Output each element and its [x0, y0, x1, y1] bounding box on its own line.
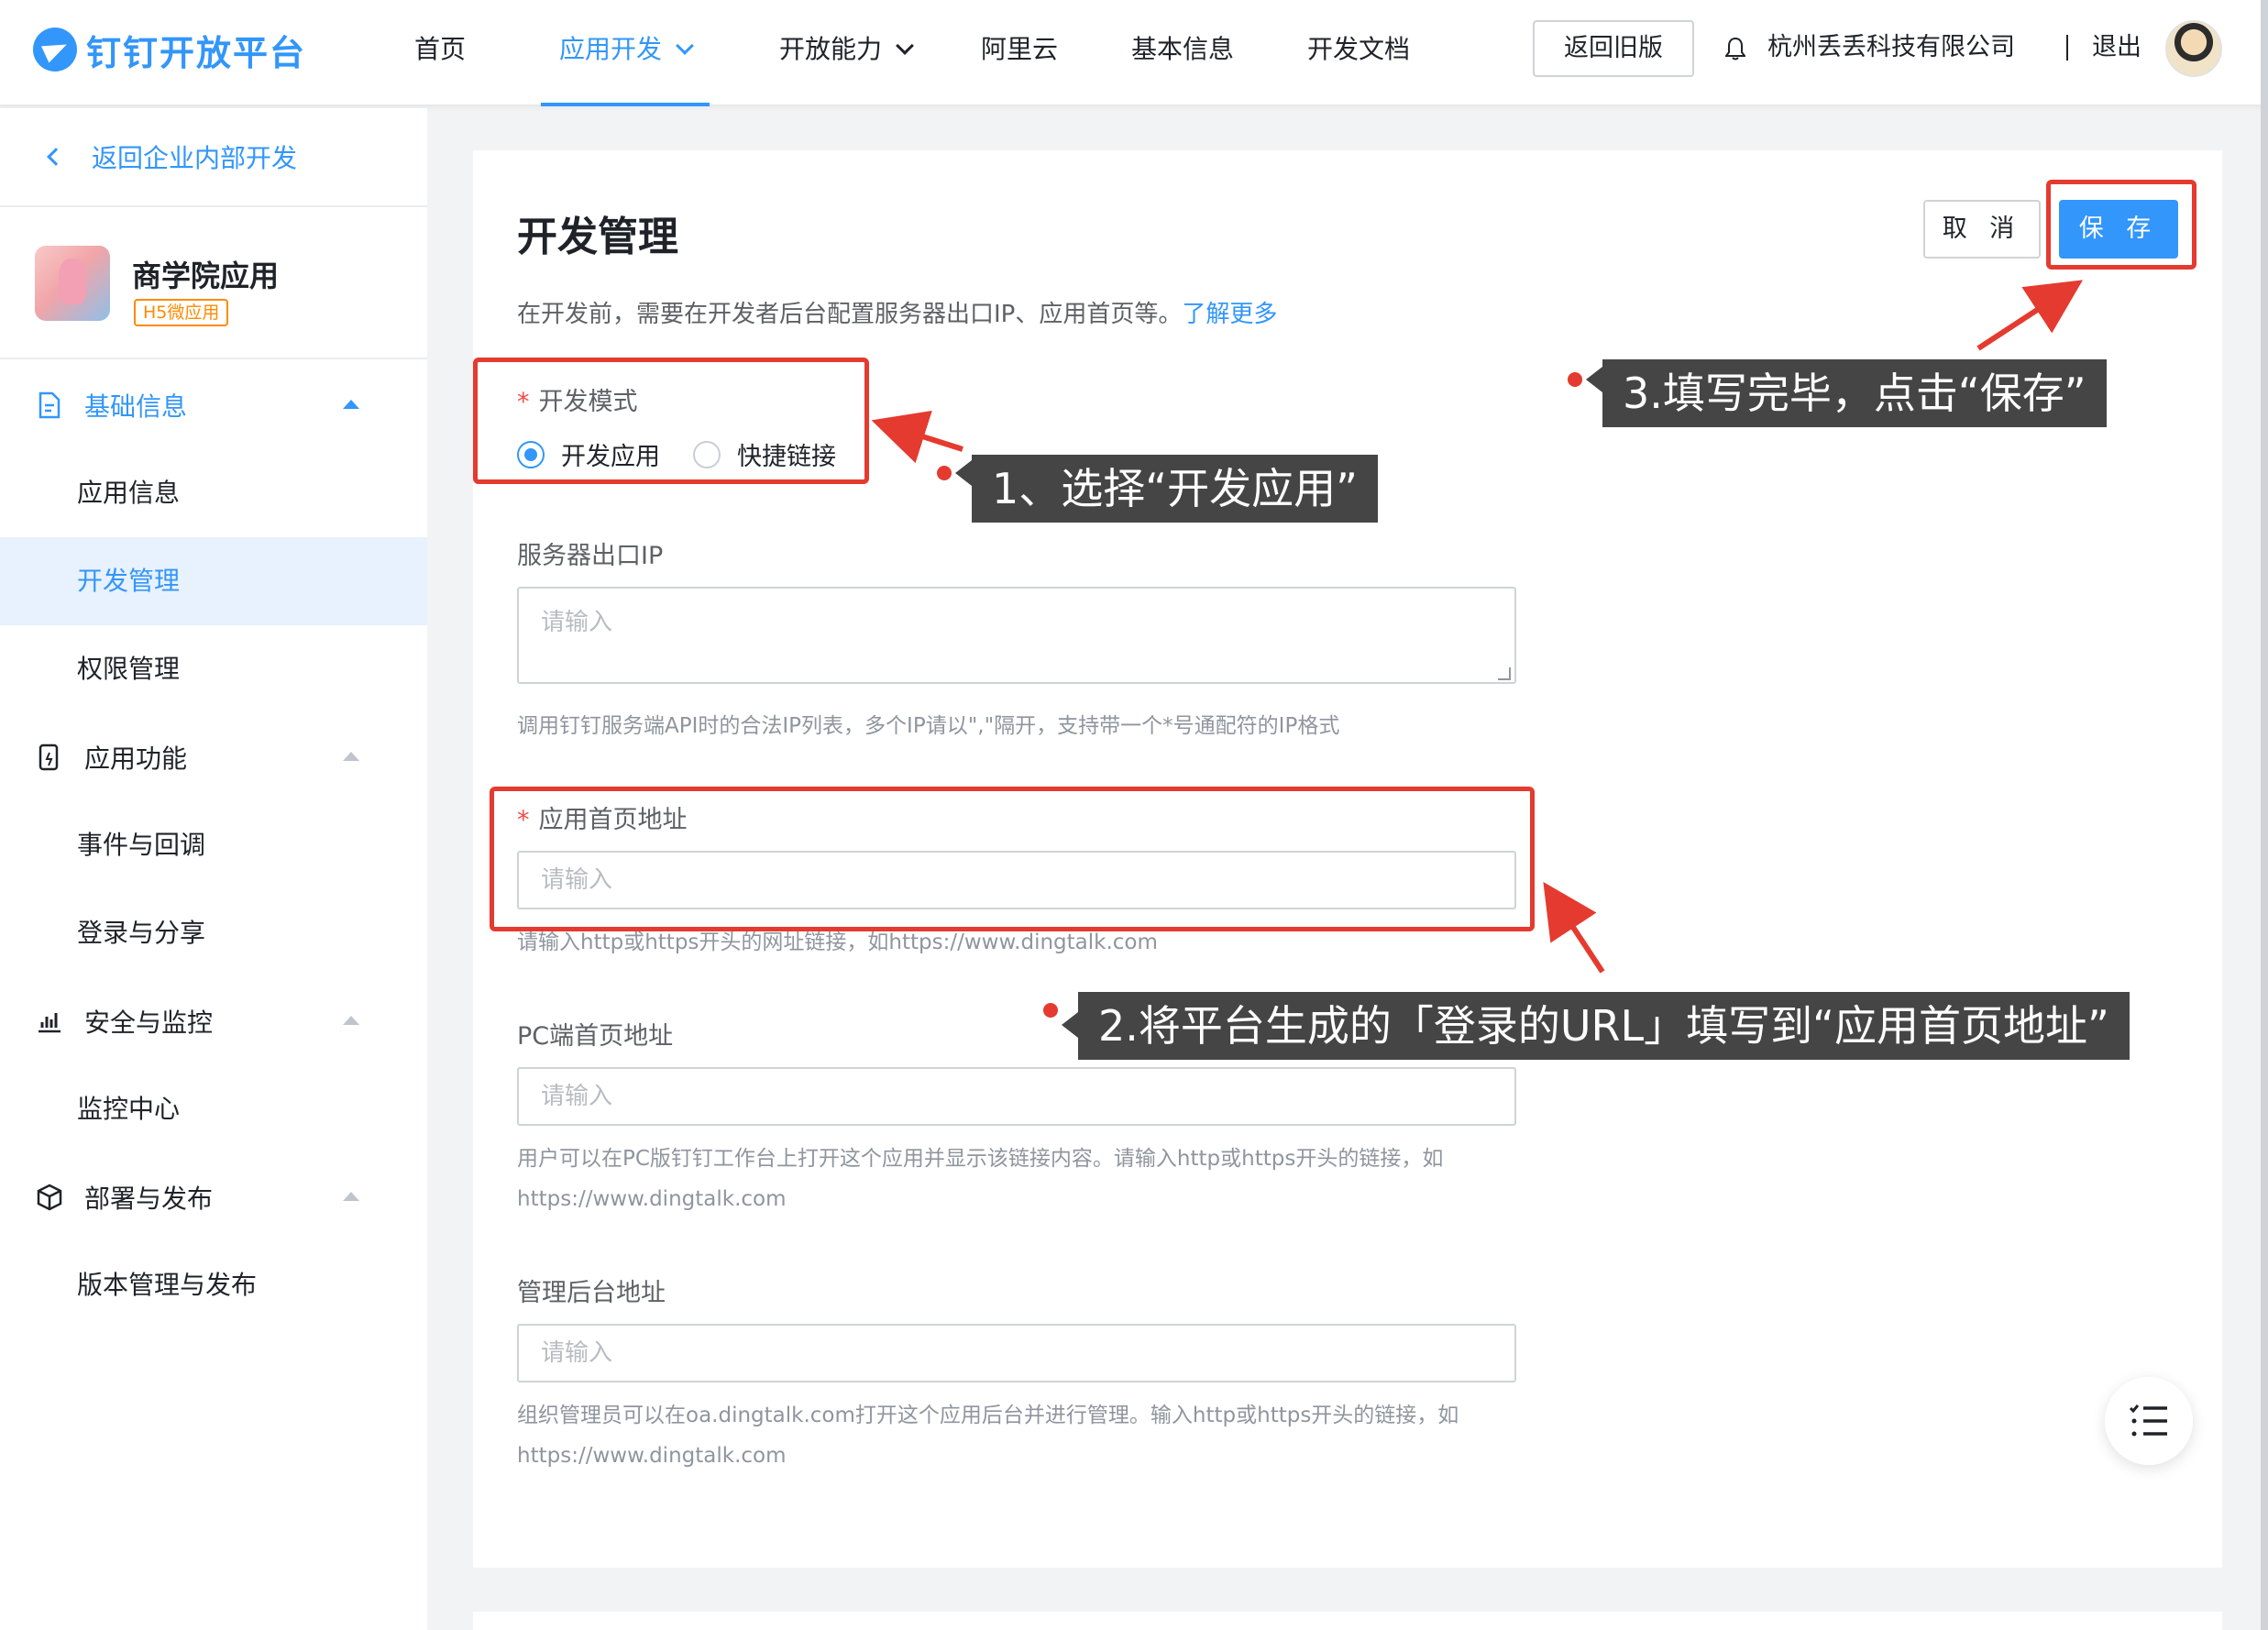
sidebar-item-monitoring-center[interactable]: 监控中心 [0, 1065, 427, 1153]
sidebar: 返回企业内部开发 商学院应用 H5微应用 基础信息 应用信息 开发管理 权限管理… [0, 108, 427, 1630]
sidebar-item-dev-management[interactable]: 开发管理 [0, 537, 427, 625]
caret-up-icon [343, 1192, 359, 1201]
annotation-box-dev-mode [473, 358, 869, 484]
sidebar-item-app-info[interactable]: 应用信息 [0, 449, 427, 537]
user-avatar[interactable] [2165, 20, 2222, 77]
divider [2066, 35, 2068, 61]
admin-url-label: 管理后台地址 [517, 1279, 666, 1307]
description-text: 在开发前，需要在开发者后台配置服务器出口IP、应用首页等。 [517, 301, 1183, 328]
menu-group-label: 部署与发布 [84, 1184, 214, 1214]
sidebar-item-permission-management[interactable]: 权限管理 [0, 625, 427, 713]
nav-app-development[interactable]: 应用开发 [540, 0, 710, 106]
admin-url-hint: 组织管理员可以在oa.dingtalk.com打开这个应用后台并进行管理。输入h… [517, 1404, 1459, 1468]
annotation-step-1: 1、选择“开发应用” [972, 455, 1378, 523]
page-title: 开发管理 [517, 214, 678, 260]
bell-icon[interactable] [1725, 37, 1745, 61]
window-edge [2261, 0, 2268, 1630]
callout-pointer [955, 460, 972, 486]
chevron-down-icon [896, 37, 914, 55]
cancel-button[interactable]: 取 消 [1923, 200, 2041, 259]
list-checklist-icon [2129, 1404, 2167, 1437]
annotation-box-save [2046, 180, 2196, 270]
server-ip-label: 服务器出口IP [517, 542, 664, 570]
app-name: 商学院应用 [132, 259, 280, 293]
mobile-app-icon [39, 743, 59, 771]
logout-link[interactable]: 退出 [2092, 28, 2141, 68]
menu-group-deploy-publish[interactable]: 部署与发布 [0, 1153, 427, 1241]
top-navigation-bar: 钉钉开放平台 首页 应用开发 开放能力 阿里云 基本信息 开发文档 返回旧版 杭… [0, 0, 2268, 106]
chevron-left-icon [47, 148, 65, 166]
sidebar-item-version-publish[interactable]: 版本管理与发布 [0, 1241, 427, 1329]
catalog-float-button[interactable] [2105, 1377, 2193, 1465]
app-icon [35, 246, 110, 321]
dingtalk-open-platform-logo[interactable]: 钉钉开放平台 [33, 24, 306, 75]
nav-aliyun[interactable]: 阿里云 [981, 0, 1058, 106]
annotation-dot [937, 466, 952, 480]
server-ip-input[interactable] [517, 587, 1516, 684]
caret-up-icon [343, 752, 359, 761]
dingtalk-logo-icon [33, 28, 77, 72]
return-old-version-button[interactable]: 返回旧版 [1533, 20, 1694, 77]
menu-group-label: 安全与监控 [84, 1008, 214, 1038]
app-type-badge: H5微应用 [134, 299, 229, 326]
pc-url-hint: 用户可以在PC版钉钉工作台上打开这个应用并显示该链接内容。请输入http或htt… [517, 1147, 1444, 1211]
menu-group-label: 应用功能 [84, 743, 188, 774]
app-card: 商学院应用 H5微应用 [0, 209, 427, 359]
nav-basic-info[interactable]: 基本信息 [1131, 0, 1234, 106]
menu-group-label: 基础信息 [84, 391, 188, 422]
content-panel-next [473, 1612, 2222, 1630]
annotation-dot [1568, 372, 1582, 387]
menu-group-basic-info[interactable]: 基础信息 [0, 361, 427, 449]
sidebar-item-events-callbacks[interactable]: 事件与回调 [0, 801, 427, 889]
callout-pointer [1062, 1012, 1078, 1038]
caret-up-icon [343, 1016, 359, 1025]
bar-chart-icon [39, 1013, 61, 1033]
nav-open-capabilities[interactable]: 开放能力 [779, 0, 914, 106]
admin-url-input[interactable] [517, 1324, 1516, 1382]
caret-up-icon [343, 400, 359, 409]
sidebar-menu: 基础信息 应用信息 开发管理 权限管理 应用功能 事件与回调 登录与分享 安全与… [0, 361, 427, 1329]
pc-url-input[interactable] [517, 1067, 1516, 1126]
callout-pointer [1586, 367, 1602, 392]
company-name[interactable]: 杭州丢丢科技有限公司 [1767, 28, 2015, 68]
annotation-dot [1043, 1003, 1058, 1018]
cube-icon [37, 1184, 62, 1211]
annotation-step-2: 2.将平台生成的「登录的URL」填写到“应用首页地址” [1078, 992, 2130, 1060]
nav-app-development-label: 应用开发 [559, 34, 663, 64]
back-to-internal-dev-link[interactable]: 返回企业内部开发 [0, 108, 427, 207]
learn-more-link[interactable]: 了解更多 [1182, 301, 1277, 328]
logo-text: 钉钉开放平台 [86, 32, 307, 73]
nav-home[interactable]: 首页 [414, 0, 466, 106]
sidebar-item-login-share[interactable]: 登录与分享 [0, 889, 427, 977]
menu-group-security-monitoring[interactable]: 安全与监控 [0, 977, 427, 1065]
nav-open-capabilities-label: 开放能力 [779, 34, 883, 64]
page-description: 在开发前，需要在开发者后台配置服务器出口IP、应用首页等。了解更多 [517, 295, 1277, 329]
annotation-box-home-url [490, 787, 1535, 931]
pc-url-label: PC端首页地址 [517, 1022, 674, 1051]
chevron-down-icon [676, 37, 694, 55]
document-icon [39, 391, 61, 419]
menu-group-app-features[interactable]: 应用功能 [0, 713, 427, 801]
resize-handle-icon[interactable] [1498, 667, 1511, 680]
back-link-label: 返回企业内部开发 [92, 143, 298, 173]
annotation-step-3: 3.填写完毕，点击“保存” [1602, 359, 2107, 427]
nav-dev-docs[interactable]: 开发文档 [1307, 0, 1410, 106]
server-ip-hint: 调用钉钉服务端API时的合法IP列表，多个IP请以","隔开，支持带一个*号通配… [517, 714, 1340, 738]
